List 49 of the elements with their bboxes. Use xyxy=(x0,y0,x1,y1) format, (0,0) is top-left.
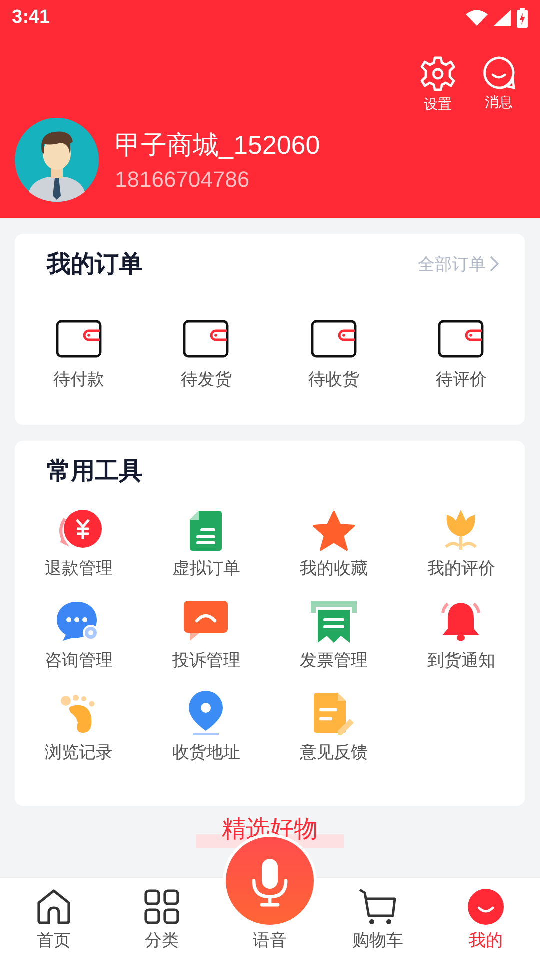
tool-button[interactable]: 意见反馈 xyxy=(270,691,398,764)
complaint-icon xyxy=(184,601,228,643)
tool-button[interactable]: 发票管理 xyxy=(270,599,398,672)
tool-button[interactable]: 投诉管理 xyxy=(142,599,270,672)
location-pin-icon xyxy=(188,691,224,735)
wallet-icon xyxy=(310,320,357,358)
home-icon xyxy=(35,889,73,925)
order-status-button[interactable]: 待评价 xyxy=(398,320,525,391)
wifi-icon xyxy=(466,10,488,26)
tool-button[interactable]: 到货通知 xyxy=(398,599,525,672)
document-icon xyxy=(190,511,222,551)
user-name: 甲子商城_152060 xyxy=(115,128,320,162)
signal-icon xyxy=(494,10,511,26)
settings-button[interactable]: 设置 xyxy=(420,56,456,118)
section-heading: 常用工具 xyxy=(47,456,143,487)
tab[interactable]: 分类 xyxy=(108,878,216,960)
order-status-button[interactable]: 待付款 xyxy=(15,320,142,391)
tool-button[interactable]: 收货地址 xyxy=(142,691,270,764)
note-edit-icon xyxy=(314,693,354,735)
tool-button[interactable]: 虚拟订单 xyxy=(142,507,270,580)
wallet-icon xyxy=(183,320,230,358)
settings-icon xyxy=(420,56,456,92)
chat-icon xyxy=(482,56,516,90)
smile-icon xyxy=(468,889,504,925)
tool-button[interactable]: 浏览记录 xyxy=(15,691,142,764)
order-status-button[interactable]: 待收货 xyxy=(270,320,398,391)
tool-button[interactable]: 我的收藏 xyxy=(270,507,398,580)
tab[interactable]: 我的 xyxy=(432,878,540,960)
receipt-icon xyxy=(310,601,357,643)
tool-button[interactable]: 我的评价 xyxy=(398,507,525,580)
star-icon xyxy=(312,511,355,551)
messages-button[interactable]: 消息 xyxy=(482,56,516,118)
wallet-icon xyxy=(438,320,484,358)
tab[interactable]: 购物车 xyxy=(324,878,432,960)
tab[interactable]: 语音 xyxy=(253,929,287,952)
chevron-right-icon xyxy=(490,256,499,272)
wallet-icon xyxy=(56,320,102,358)
phone-number: 18166704786 xyxy=(115,166,251,192)
grid-icon xyxy=(144,889,180,925)
tab[interactable]: 首页 xyxy=(0,878,108,960)
cart-icon xyxy=(359,889,397,925)
tool-button[interactable]: 退款管理 xyxy=(15,507,142,580)
bell-icon xyxy=(439,601,484,643)
battery-icon xyxy=(517,8,528,28)
clock: 3:41 xyxy=(12,7,50,29)
footprint-icon xyxy=(60,695,97,735)
section-heading: 我的订单 xyxy=(47,249,143,280)
order-status-button[interactable]: 待发货 xyxy=(142,320,270,391)
tool-button[interactable]: 咨询管理 xyxy=(15,599,142,672)
